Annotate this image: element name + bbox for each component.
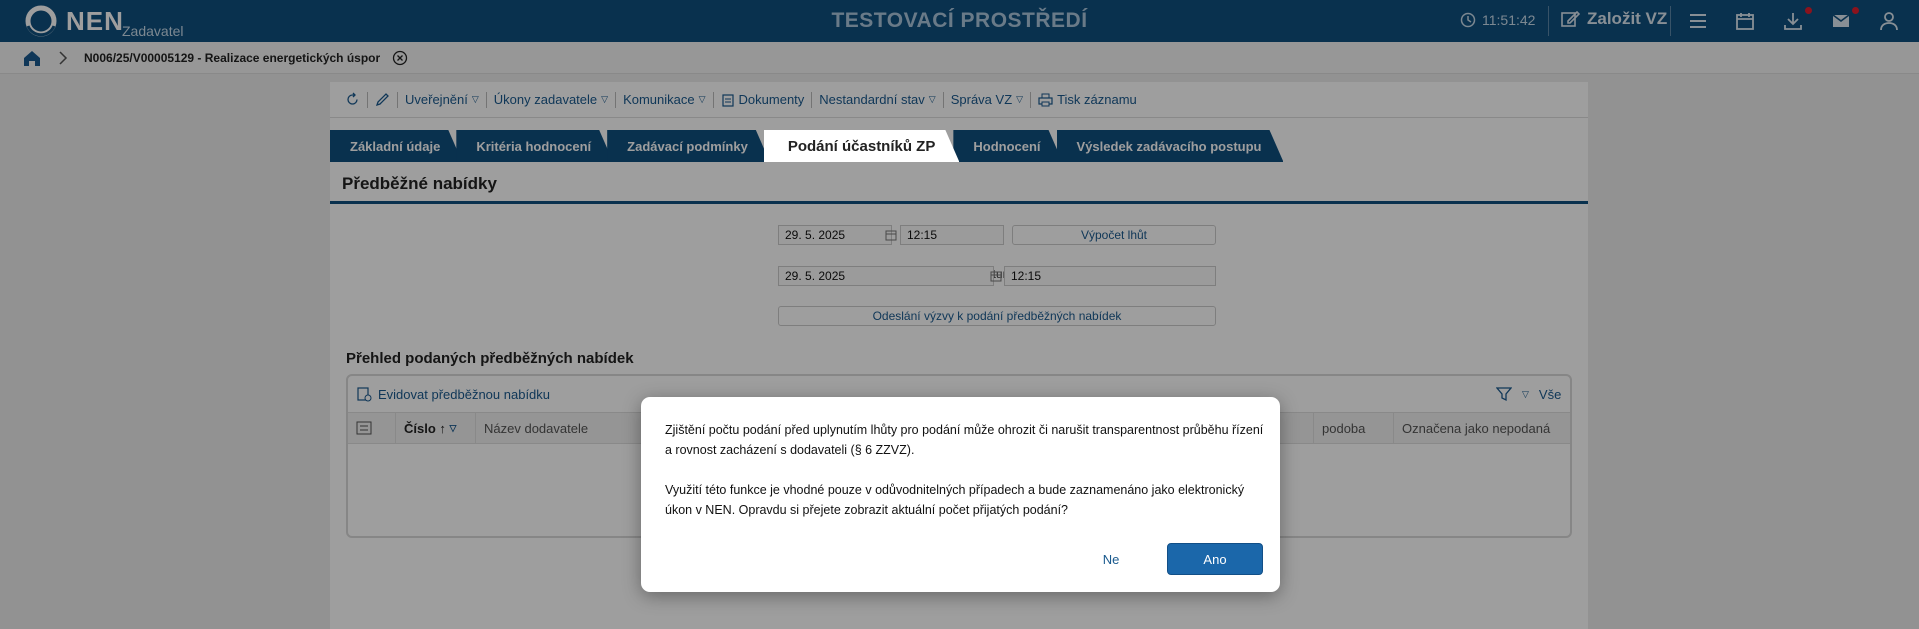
yes-button[interactable]: Ano — [1167, 543, 1263, 575]
dialog-paragraph-1: Zjištění počtu podání před uplynutím lhů… — [665, 423, 1264, 457]
no-button[interactable]: Ne — [1080, 543, 1142, 575]
tab-podani-ucastniku[interactable]: Podání účastníků ZP — [764, 130, 960, 162]
dialog-paragraph-2: Využití této funkce je vhodné pouze v od… — [665, 483, 1245, 517]
